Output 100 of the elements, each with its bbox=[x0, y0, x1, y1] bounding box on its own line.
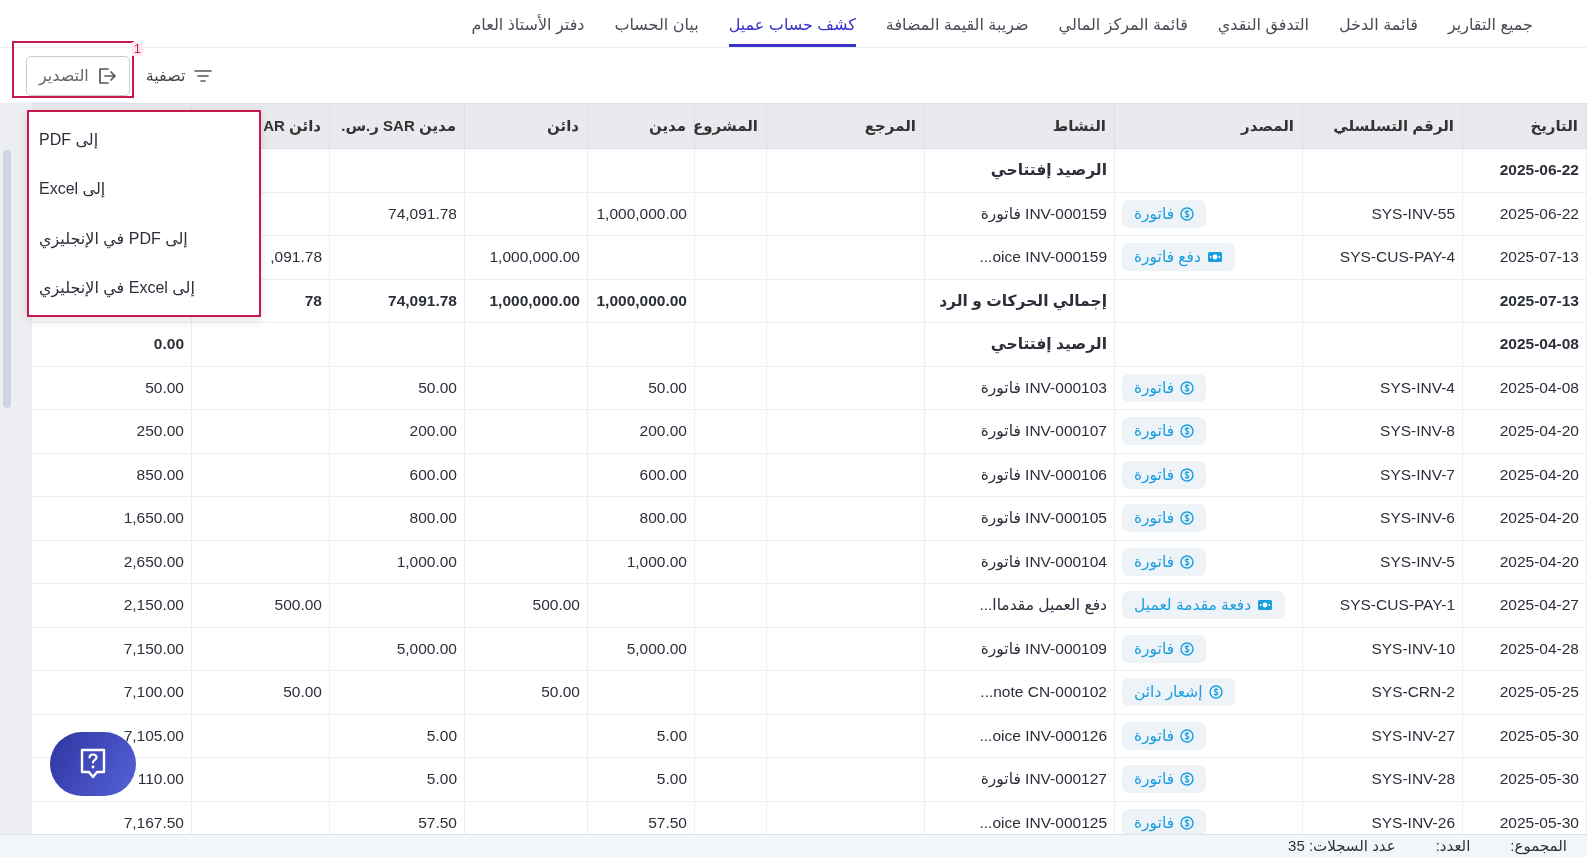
report-tab[interactable]: قائمة الدخل bbox=[1338, 0, 1418, 47]
activity-cell: ...oice INV-000126 bbox=[924, 714, 1115, 758]
dollar-icon bbox=[1180, 206, 1195, 221]
serial-cell: SYS-INV-5 bbox=[1302, 540, 1463, 584]
help-icon bbox=[80, 748, 106, 780]
serial-cell: SYS-CUS-PAY-4 bbox=[1302, 235, 1463, 279]
date-cell: 2025-06-22 bbox=[1462, 192, 1587, 236]
debit-sar-cell: 1,000.00 bbox=[329, 540, 465, 584]
date-cell: 2025-06-22 bbox=[1462, 148, 1587, 192]
serial-cell: SYS-INV-4 bbox=[1302, 366, 1463, 410]
dollar-icon bbox=[1180, 641, 1195, 656]
column-header: النشاط bbox=[924, 103, 1115, 149]
export-button[interactable]: التصدير bbox=[26, 55, 130, 96]
column-header: المرجع bbox=[766, 103, 925, 149]
debit-cell: 200.00 bbox=[587, 409, 695, 453]
debit-cell: 1,000,000.00 bbox=[587, 192, 695, 236]
report-tab[interactable]: التدفق النقدي bbox=[1217, 0, 1309, 47]
dollar-icon bbox=[1208, 685, 1223, 700]
total-label: المجموع: bbox=[1510, 837, 1567, 855]
activity-cell: فاتورة INV-000109 bbox=[924, 627, 1115, 671]
debit-sar-cell: 74,091.78 bbox=[329, 279, 465, 323]
activity-cell: فاتورة INV-000103 bbox=[924, 366, 1115, 410]
serial-cell: SYS-INV-28 bbox=[1302, 757, 1463, 801]
records-count: عدد السجلات: 35 bbox=[1288, 837, 1396, 855]
debit-cell: 50.00 bbox=[587, 366, 695, 410]
debit-cell: 1,000.00 bbox=[587, 540, 695, 584]
activity-cell: ...oice INV-000159 bbox=[924, 235, 1115, 279]
activity-cell: فاتورة INV-000104 bbox=[924, 540, 1115, 584]
debit-sar-cell: 5.00 bbox=[329, 757, 465, 801]
debit-sar-cell: 600.00 bbox=[329, 453, 465, 497]
serial-cell: SYS-INV-55 bbox=[1302, 192, 1463, 236]
dollar-icon bbox=[1180, 511, 1195, 526]
column-header: مدين SAR ر.س. bbox=[329, 103, 465, 149]
activity-cell: الرصيد إفتتاحي bbox=[924, 148, 1115, 192]
report-tab[interactable]: جميع التقارير bbox=[1447, 0, 1533, 47]
report-tab[interactable]: بيان الحساب bbox=[614, 0, 699, 47]
column-header: دائن bbox=[464, 103, 588, 149]
column-header: المصدر bbox=[1114, 103, 1303, 149]
date-cell: 2025-04-20 bbox=[1462, 453, 1587, 497]
date-cell: 2025-05-30 bbox=[1462, 714, 1587, 758]
date-cell: 2025-07-13 bbox=[1462, 235, 1587, 279]
column-header: مدين bbox=[587, 103, 695, 149]
serial-cell: SYS-INV-8 bbox=[1302, 409, 1463, 453]
cash-icon bbox=[1206, 251, 1223, 264]
debit-sar-cell: 5.00 bbox=[329, 714, 465, 758]
menu-item[interactable]: إلى Excel bbox=[29, 164, 259, 214]
activity-cell: فاتورة INV-000105 bbox=[924, 496, 1115, 540]
dollar-icon bbox=[1180, 772, 1195, 787]
date-cell: 2025-04-20 bbox=[1462, 540, 1587, 584]
dollar-icon bbox=[1180, 424, 1195, 439]
annotation-number: 1 bbox=[132, 42, 143, 56]
filter-icon bbox=[193, 68, 212, 83]
activity-cell: فاتورة INV-000127 bbox=[924, 757, 1115, 801]
activity-cell: الرصيد إفتتاحي bbox=[924, 322, 1115, 366]
serial-cell: SYS-INV-7 bbox=[1302, 453, 1463, 497]
date-cell: 2025-04-28 bbox=[1462, 627, 1587, 671]
activity-cell: ...دفع العميل مقدماا bbox=[924, 583, 1115, 627]
credit-cell: 50.00 bbox=[464, 670, 588, 714]
report-tab[interactable]: دفتر الأستاذ العام bbox=[471, 0, 585, 47]
serial-cell: SYS-CRN-2 bbox=[1302, 670, 1463, 714]
report-tab[interactable]: كشف حساب عميل bbox=[728, 0, 856, 47]
report-tab[interactable]: ضريبة القيمة المضافة bbox=[885, 0, 1029, 47]
date-cell: 2025-04-27 bbox=[1462, 583, 1587, 627]
serial-cell: SYS-INV-6 bbox=[1302, 496, 1463, 540]
credit-cell: 500.00 bbox=[464, 583, 588, 627]
serial-cell: SYS-INV-10 bbox=[1302, 627, 1463, 671]
column-header: التاريخ bbox=[1462, 103, 1587, 149]
date-cell: 2025-07-13 bbox=[1462, 279, 1587, 323]
cash-icon bbox=[1257, 599, 1274, 612]
date-cell: 2025-05-30 bbox=[1462, 757, 1587, 801]
activity-cell: ...note CN-000102 bbox=[924, 670, 1115, 714]
export-icon bbox=[96, 66, 117, 85]
debit-cell: 800.00 bbox=[587, 496, 695, 540]
filter-button[interactable]: تصفية bbox=[141, 62, 216, 89]
activity-cell: فاتورة INV-000159 bbox=[924, 192, 1115, 236]
debit-sar-cell: 200.00 bbox=[329, 409, 465, 453]
activity-cell: فاتورة INV-000107 bbox=[924, 409, 1115, 453]
date-cell: 2025-04-08 bbox=[1462, 322, 1587, 366]
scrollbar-thumb[interactable] bbox=[3, 150, 11, 408]
date-cell: 2025-04-08 bbox=[1462, 366, 1587, 410]
dollar-icon bbox=[1180, 728, 1195, 743]
dollar-icon bbox=[1180, 467, 1195, 482]
date-cell: 2025-05-25 bbox=[1462, 670, 1587, 714]
column-header: الرقم التسلسلي bbox=[1302, 103, 1463, 149]
debit-cell: 1,000,000.00 bbox=[587, 279, 695, 323]
debit-cell: 600.00 bbox=[587, 453, 695, 497]
credit-cell: 1,000,000.00 bbox=[464, 279, 588, 323]
activity-cell: إجمالي الحركات و الرد bbox=[924, 279, 1115, 323]
dollar-icon bbox=[1180, 815, 1195, 830]
date-cell: 2025-04-20 bbox=[1462, 409, 1587, 453]
credit-sar-cell: 50.00 bbox=[191, 670, 330, 714]
count-label: العدد: bbox=[1435, 837, 1471, 855]
debit-sar-cell: 800.00 bbox=[329, 496, 465, 540]
date-cell: 2025-04-20 bbox=[1462, 496, 1587, 540]
debit-cell: 5.00 bbox=[587, 714, 695, 758]
report-tab[interactable]: قائمة المركز المالي bbox=[1058, 0, 1188, 47]
debit-sar-cell: 5,000.00 bbox=[329, 627, 465, 671]
debit-sar-cell: 74,091.78 bbox=[329, 192, 465, 236]
credit-cell: 1,000,000.00 bbox=[464, 235, 588, 279]
serial-cell: SYS-INV-27 bbox=[1302, 714, 1463, 758]
